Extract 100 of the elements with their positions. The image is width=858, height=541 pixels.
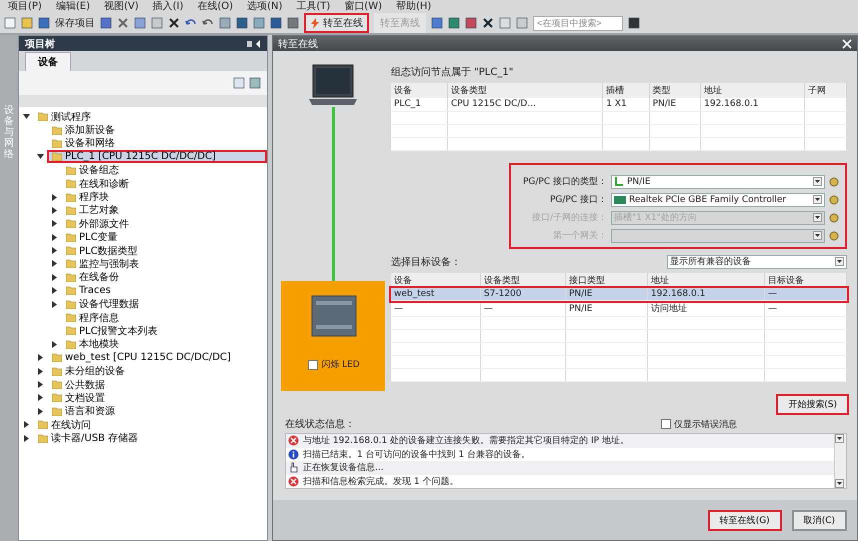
collapsed-arrow-icon[interactable]	[51, 194, 58, 201]
save-project-label[interactable]: 保存项目	[55, 16, 95, 30]
collapsed-arrow-icon[interactable]	[51, 247, 58, 254]
tree-item[interactable]: 在线备份	[61, 270, 267, 284]
table-cell: PN/IE	[565, 288, 648, 300]
tree-item[interactable]: 语言和资源	[47, 404, 267, 418]
tree-item[interactable]: 外部源文件	[61, 217, 267, 230]
table-cell: 192.168.0.1	[700, 98, 804, 111]
column-header: 接口类型	[565, 272, 648, 288]
dialog-title: 转至在线	[278, 38, 318, 50]
tree-item[interactable]: 在线访问	[33, 418, 267, 432]
tree-item[interactable]: PLC_1 [CPU 1215C DC/DC/DC]	[47, 150, 267, 164]
tree-item[interactable]: 设备组态	[61, 164, 267, 177]
dialog-button[interactable]: 转至在线(G)	[708, 510, 782, 530]
table-cell: 1 X1	[602, 98, 650, 111]
delete-icon[interactable]	[168, 17, 180, 29]
collapsed-arrow-icon[interactable]	[51, 220, 58, 228]
menu-item[interactable]: 编辑(E)	[56, 0, 90, 12]
tree-item[interactable]: 设备代理数据	[61, 298, 267, 311]
tree-item[interactable]: 公共数据	[47, 378, 267, 391]
dropdown-field[interactable]	[611, 228, 825, 242]
tree-item[interactable]: web_test [CPU 1215C DC/DC/DC]	[47, 351, 267, 364]
table-cell: web_test	[391, 288, 480, 300]
dialog-button[interactable]: 取消(C)	[792, 510, 847, 530]
caret-icon[interactable]	[813, 231, 822, 240]
collapsed-arrow-icon[interactable]	[37, 354, 44, 362]
collapsed-arrow-icon[interactable]	[51, 300, 58, 308]
tree-item[interactable]: Traces	[61, 284, 267, 298]
tree-item[interactable]: 在线和诊断	[61, 177, 267, 190]
collapse-icon[interactable]	[247, 40, 261, 48]
expanded-arrow-icon[interactable]	[23, 113, 30, 120]
filter-dropdown[interactable]: 显示所有兼容的设备	[667, 254, 847, 268]
go-online-button[interactable]: 转至在线	[304, 13, 369, 33]
menu-item[interactable]: 在线(O)	[197, 0, 234, 12]
caret-icon[interactable]	[813, 195, 822, 204]
column-header: 类型	[649, 83, 701, 98]
cut-icon[interactable]	[117, 17, 129, 29]
caret-icon[interactable]	[835, 434, 844, 443]
caret-icon[interactable]	[835, 257, 844, 266]
laptop-icon	[307, 63, 359, 107]
close-icon[interactable]	[482, 17, 494, 29]
field-label: PG/PC 接口的类型：	[522, 176, 607, 188]
table-cell: 192.168.0.1	[647, 288, 764, 300]
scrollbar[interactable]	[834, 434, 846, 488]
errors-only-checkbox[interactable]: 仅显示错误消息	[661, 417, 737, 431]
field-label: 接口/子网的连接：	[530, 212, 607, 224]
table-cell: PN/IE	[649, 98, 701, 111]
collapsed-arrow-icon[interactable]	[37, 381, 44, 388]
table-caption: 选择目标设备：	[391, 256, 461, 268]
tree-item[interactable]: 测试程序	[33, 110, 267, 124]
tree-item[interactable]: 设备和网络	[47, 136, 267, 150]
column-header: 设备类型	[447, 83, 603, 98]
menu-item[interactable]: 选项(N)	[247, 0, 282, 12]
tree-item[interactable]: PLC数据类型	[61, 244, 267, 258]
caret-icon[interactable]	[835, 479, 844, 488]
tree-item[interactable]: 添加新设备	[47, 124, 267, 137]
tree-item[interactable]: 程序块	[61, 190, 267, 204]
column-header: 地址	[647, 272, 764, 288]
table-caption: 组态访问节点属于 "PLC_1"	[391, 66, 514, 79]
collapsed-arrow-icon[interactable]	[37, 368, 44, 375]
column-header: 插槽	[602, 83, 650, 98]
tree-item[interactable]: 工艺对象	[61, 204, 267, 217]
collapsed-arrow-icon[interactable]	[23, 434, 30, 442]
collapsed-arrow-icon[interactable]	[51, 287, 58, 294]
tree-item[interactable]: 文档设置	[47, 391, 267, 404]
menu-item[interactable]: 视图(V)	[104, 0, 139, 12]
tree-item[interactable]: 监控与强制表	[61, 257, 267, 270]
collapsed-arrow-icon[interactable]	[51, 260, 58, 268]
expanded-arrow-icon[interactable]	[37, 153, 44, 160]
tree-item[interactable]: PLC报警文本列表	[61, 324, 267, 338]
menu-item[interactable]: 插入(I)	[152, 0, 184, 12]
collapsed-arrow-icon[interactable]	[51, 234, 58, 241]
panel-tab[interactable]: 设备	[25, 52, 71, 71]
table-cell: 访问地址	[647, 300, 764, 316]
collapsed-arrow-icon[interactable]	[51, 206, 58, 214]
menu-item[interactable]: 工具(T)	[296, 0, 330, 12]
menu-item[interactable]: 帮助(H)	[396, 0, 432, 12]
caret-icon[interactable]	[813, 213, 822, 222]
collapsed-arrow-icon[interactable]	[37, 408, 44, 415]
tree-item[interactable]: 读卡器/USB 存储器	[33, 432, 267, 445]
collapsed-arrow-icon[interactable]	[51, 274, 58, 281]
table-cell: PLC_1	[391, 98, 448, 111]
menu-item[interactable]: 项目(P)	[8, 0, 42, 12]
collapsed-arrow-icon[interactable]	[37, 394, 44, 402]
start-search-button[interactable]: 开始搜索(S)	[776, 394, 849, 414]
flash-led-checkbox[interactable]: 闪烁 LED	[308, 358, 360, 371]
table-cell: —	[764, 300, 846, 316]
device-row[interactable]: web_test S7-1200 PN/IE 192.168.0.1 —	[391, 288, 846, 300]
dropdown-field[interactable]: Realtek PCIe GBE Family Controller	[611, 192, 825, 206]
tree-item[interactable]: 本地模块	[61, 338, 267, 351]
tree-item[interactable]: PLC变量	[61, 230, 267, 244]
caret-icon[interactable]	[813, 177, 822, 186]
search-field[interactable]: <在项目中搜索>	[533, 16, 623, 30]
collapsed-arrow-icon[interactable]	[23, 421, 30, 428]
collapsed-arrow-icon[interactable]	[51, 340, 58, 348]
dropdown-field[interactable]: PN/IE	[611, 174, 825, 188]
status-caption: 在线状态信息：	[285, 418, 355, 431]
tree-item[interactable]: 程序信息	[61, 311, 267, 324]
menu-item[interactable]: 窗口(W)	[344, 0, 382, 12]
tree-item[interactable]: 未分组的设备	[47, 364, 267, 378]
